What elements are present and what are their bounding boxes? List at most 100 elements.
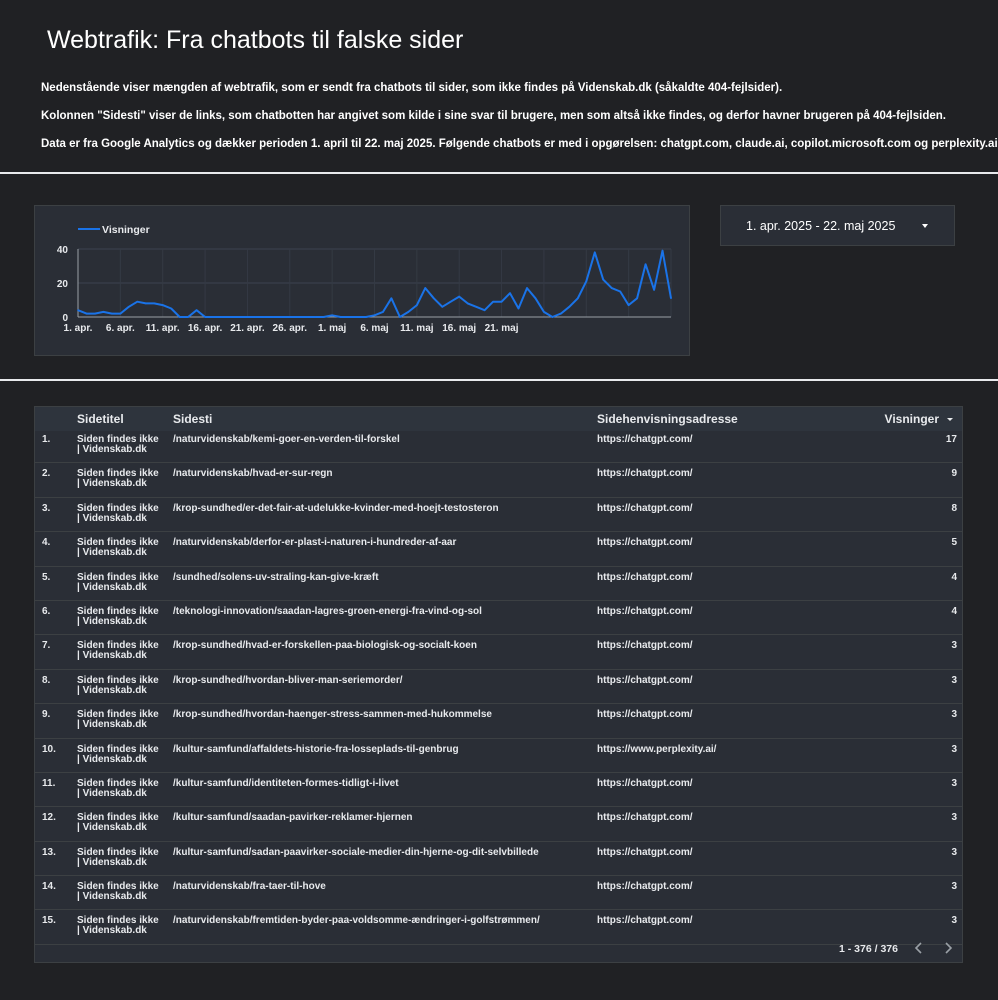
data-point (390, 297, 393, 300)
sidetitel-line-2: | Videnskab.dk (77, 547, 147, 559)
table-row[interactable]: 6. /teknologi-innovation/saadan-lagres-gr… (35, 601, 962, 636)
sidetitel-line-2: | Videnskab.dk (77, 891, 147, 903)
table-row[interactable]: 2. /naturvidenskab/hvad-er-sur-regn https:… (35, 463, 962, 498)
x-tick-label: 11. maj (400, 323, 434, 334)
data-point (407, 311, 410, 313)
referrer-cell: https://chatgpt.com/ (597, 812, 693, 824)
data-point (119, 312, 122, 315)
referrer-cell: https://chatgpt.com/ (597, 915, 693, 927)
data-point (187, 316, 189, 318)
data-point (602, 278, 605, 281)
data-point (593, 251, 596, 254)
data-point (77, 309, 79, 311)
sidesti-cell: /teknologi-innovation/saadan-lagres-groe… (173, 605, 482, 617)
table-row[interactable]: 14. /naturvidenskab/fra-taer-til-hove http… (35, 876, 962, 911)
data-point (636, 297, 638, 300)
row-number: 11. (42, 777, 56, 789)
visninger-cell: 3 (951, 674, 957, 686)
referrer-cell: https://chatgpt.com/ (597, 537, 693, 549)
data-point (322, 316, 325, 318)
referrer-cell: https://chatgpt.com/ (597, 571, 693, 583)
data-point (128, 306, 130, 308)
sidesti-cell: /krop-sundhed/hvordan-haenger-stress-sam… (173, 709, 492, 721)
page-title: Webtrafik: Fra chatbots til falske sider (47, 26, 464, 54)
visninger-cell: 3 (951, 812, 957, 824)
data-point (136, 300, 139, 303)
table-row[interactable]: 1. /naturvidenskab/kemi-goer-en-verden-ti… (35, 429, 962, 464)
table-row[interactable]: 9. /krop-sundhed/hvordan-haenger-stress-s… (35, 704, 962, 739)
chevron-right-icon (945, 942, 953, 954)
row-number: 13. (42, 846, 56, 858)
row-number: 7. (42, 640, 51, 652)
data-point (627, 304, 630, 306)
data-point (195, 309, 198, 311)
sidetitel-line-2: | Videnskab.dk (77, 615, 147, 627)
x-tick-label: 1. apr. (64, 323, 93, 334)
table-row[interactable]: 13. /kultur-samfund/sadan-paavirker-socia… (35, 842, 962, 877)
table-row[interactable]: 4. /naturvidenskab/derfor-er-plast-i-natu… (35, 532, 962, 567)
legend-label-visninger: Visninger (102, 224, 150, 236)
data-point (221, 316, 223, 318)
visninger-cell: 5 (951, 537, 957, 549)
visninger-cell: 3 (951, 915, 957, 927)
sidetitel-cell: Siden findes ikke | Videnskab.dk (77, 641, 163, 661)
table-row[interactable]: 7. /krop-sundhed/hvad-er-forskellen-paa-b… (35, 635, 962, 670)
data-point (365, 316, 367, 318)
table-row[interactable]: 10. /kultur-samfund/affaldets-historie-fr… (35, 739, 962, 773)
visninger-cell: 3 (951, 709, 957, 721)
date-range-picker[interactable]: 1. apr. 2025 - 22. maj 2025 (720, 205, 955, 246)
column-header-sidehenvisningsadresse[interactable]: Sidehenvisningsadresse (597, 412, 738, 426)
column-header-sidesti[interactable]: Sidesti (173, 412, 212, 426)
sidetitel-cell: Siden findes ikke | Videnskab.dk (77, 606, 163, 627)
row-number: 9. (42, 709, 51, 721)
sidetitel-line-2: | Videnskab.dk (77, 822, 147, 834)
column-header-visninger[interactable]: Visninger (885, 412, 939, 426)
sidetitel-line-2: | Videnskab.dk (77, 787, 147, 799)
data-point (85, 312, 88, 315)
data-point (568, 306, 571, 308)
visninger-cell: 3 (951, 846, 957, 858)
data-point (246, 316, 249, 318)
column-header-sidetitel[interactable]: Sidetitel (77, 412, 124, 426)
data-point (577, 297, 579, 300)
row-number: 10. (42, 743, 56, 755)
referrer-cell: https://chatgpt.com/ (597, 777, 693, 789)
visninger-cell: 3 (951, 777, 957, 789)
x-tick-label: 26. apr. (273, 323, 308, 334)
row-number: 1. (42, 434, 51, 445)
x-tick-label: 16. apr. (188, 323, 223, 334)
chevron-left-icon (914, 942, 922, 954)
table-row[interactable]: 5. /sundhed/solens-uv-straling-kan-give-k… (35, 567, 962, 601)
table-row[interactable]: 8. /krop-sundhed/hvordan-bliver-man-serie… (35, 670, 962, 705)
sidetitel-line-2: | Videnskab.dk (77, 753, 147, 765)
sidetitel-cell: Siden findes ikke | Videnskab.dk (77, 744, 163, 765)
table-row[interactable]: 3. /krop-sundhed/er-det-fair-at-udelukke-… (35, 498, 962, 533)
sidetitel-cell: Siden findes ikke | Videnskab.dk (77, 572, 163, 593)
table-row[interactable]: 11. /kultur-samfund/identiteten-formes-ti… (35, 773, 962, 808)
timeseries-chart-card: 0 20 40 1. apr. 6. apr. 11. apr. 16. apr. 21. a… (34, 205, 690, 356)
sort-descending-icon[interactable] (947, 418, 953, 421)
data-point (517, 307, 520, 310)
referrer-cell: https://chatgpt.com/ (597, 434, 693, 445)
data-point (661, 249, 664, 252)
sidetitel-line-2: | Videnskab.dk (77, 444, 147, 455)
visninger-cell: 8 (951, 502, 957, 514)
data-point (297, 316, 300, 318)
referrer-cell: https://chatgpt.com/ (597, 709, 693, 721)
previous-page-button[interactable] (910, 938, 928, 958)
sidetitel-cell: Siden findes ikke | Videnskab.dk (77, 675, 163, 696)
timeseries-chart: 020401. apr. 6. apr. 11. apr. 16. apr. 21. a… (57, 224, 672, 334)
data-point (466, 302, 469, 305)
sidesti-cell: /naturvidenskab/fremtiden-byder-paa-vold… (173, 915, 540, 927)
next-page-button[interactable] (939, 938, 957, 958)
sidetitel-cell: Siden findes ikke | Videnskab.dk (77, 503, 163, 524)
data-point (382, 311, 384, 313)
sidetitel-line-2: | Videnskab.dk (77, 684, 147, 696)
table-row[interactable]: 12. /kultur-samfund/saadan-pavirker-rekla… (35, 807, 962, 842)
sidetitel-cell: Siden findes ikke | Videnskab.dk (77, 469, 163, 489)
table-row[interactable]: 15. /naturvidenskab/fremtiden-byder-paa-v… (35, 910, 962, 945)
sidesti-cell: /naturvidenskab/derfor-er-plast-i-nature… (173, 537, 457, 549)
sidetitel-line-2: | Videnskab.dk (77, 478, 147, 490)
sidetitel-line-2: | Videnskab.dk (77, 719, 147, 731)
referrer-cell: https://www.perplexity.ai/ (597, 743, 717, 755)
